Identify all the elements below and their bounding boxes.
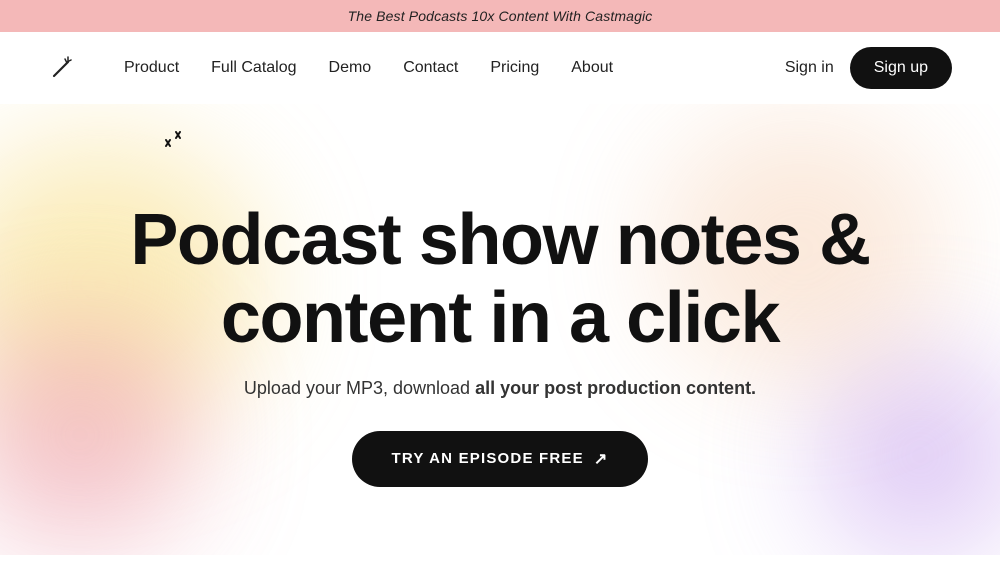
cta-arrow-icon: ↗ [594, 449, 609, 469]
hero-title-line1: Podcast show notes & [130, 200, 869, 280]
hero-subtitle-bold: all your post production content. [475, 378, 756, 398]
nav-item-about[interactable]: About [571, 59, 613, 77]
nav-item-contact[interactable]: Contact [403, 59, 458, 77]
cta-button[interactable]: TRY AN EPISODE FREE ↗ [352, 431, 649, 487]
nav-item-demo[interactable]: Demo [329, 59, 372, 77]
sparkle-decoration-icon [156, 130, 186, 160]
nav-link-full-catalog[interactable]: Full Catalog [211, 59, 296, 76]
logo[interactable] [48, 54, 76, 82]
nav-item-full-catalog[interactable]: Full Catalog [211, 59, 296, 77]
navbar: Product Full Catalog Demo Contact Pricin… [0, 32, 1000, 104]
hero-title-line2: content in a click [221, 278, 779, 358]
sign-up-button[interactable]: Sign up [850, 47, 952, 89]
navbar-right: Sign in Sign up [785, 47, 952, 89]
hero-subtitle: Upload your MP3, download all your post … [130, 378, 869, 399]
navbar-left: Product Full Catalog Demo Contact Pricin… [48, 54, 613, 82]
hero-content: Podcast show notes & content in a click … [130, 202, 869, 487]
nav-link-about[interactable]: About [571, 59, 613, 76]
nav-links: Product Full Catalog Demo Contact Pricin… [124, 59, 613, 77]
nav-link-demo[interactable]: Demo [329, 59, 372, 76]
nav-item-product[interactable]: Product [124, 59, 179, 77]
nav-link-product[interactable]: Product [124, 59, 179, 76]
cta-label: TRY AN EPISODE FREE [392, 450, 584, 467]
wand-icon [48, 54, 76, 82]
hero-title: Podcast show notes & content in a click [130, 202, 869, 358]
sign-in-button[interactable]: Sign in [785, 59, 834, 77]
nav-link-contact[interactable]: Contact [403, 59, 458, 76]
hero-section: Podcast show notes & content in a click … [0, 104, 1000, 555]
banner-text: The Best Podcasts 10x Content With Castm… [348, 8, 653, 24]
top-banner: The Best Podcasts 10x Content With Castm… [0, 0, 1000, 32]
hero-subtitle-normal: Upload your MP3, download [244, 378, 475, 398]
nav-item-pricing[interactable]: Pricing [490, 59, 539, 77]
nav-link-pricing[interactable]: Pricing [490, 59, 539, 76]
